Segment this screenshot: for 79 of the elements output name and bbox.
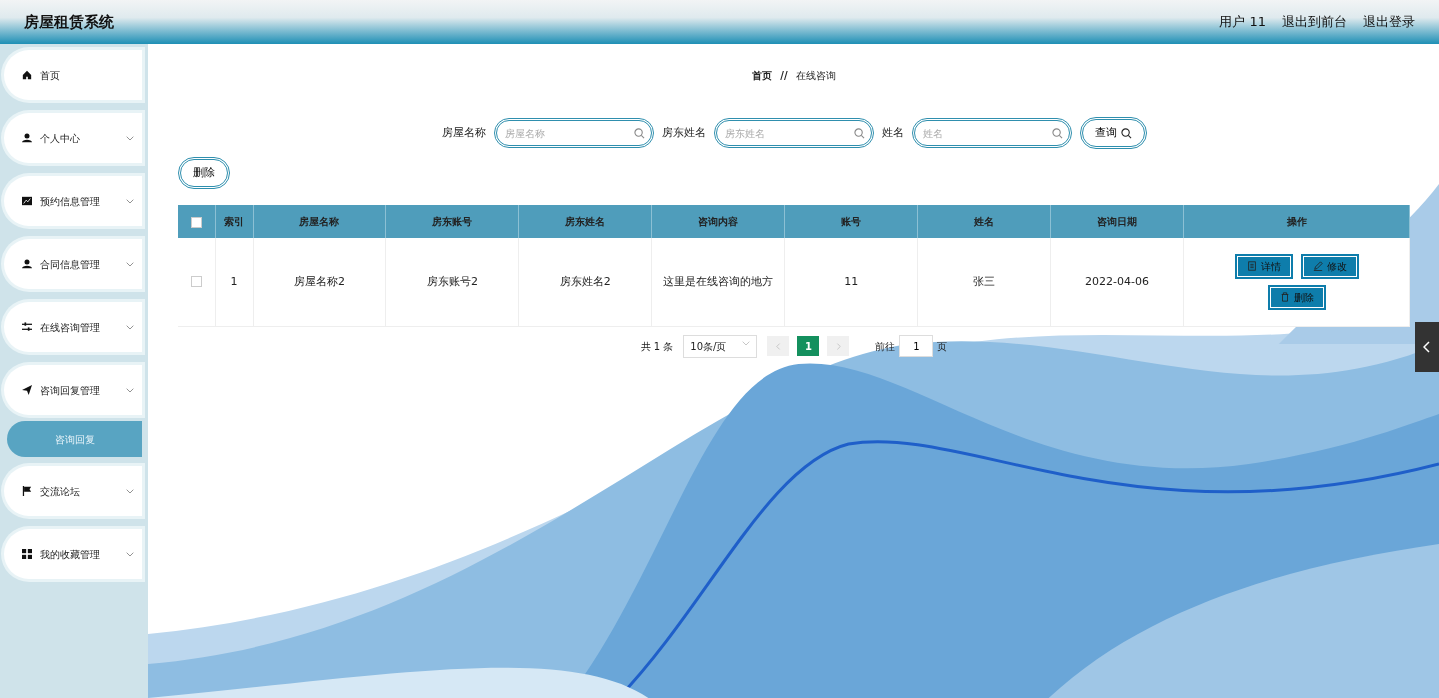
table-cell: 11 [784, 238, 918, 326]
flag-icon [22, 486, 32, 496]
table-cell: 2022-04-06 [1050, 238, 1184, 326]
chevron-left-icon [774, 341, 782, 351]
chevron-down-icon [126, 197, 134, 205]
sidebar-item[interactable]: 交流论坛 [4, 466, 142, 516]
sidebar-item[interactable]: 首页 [4, 50, 142, 100]
paper-plane-icon [22, 385, 32, 395]
app-title: 房屋租赁系统 [24, 11, 114, 33]
chevron-down-icon [126, 134, 134, 142]
sliders-icon [22, 322, 32, 332]
user-icon [22, 259, 32, 269]
document-icon [1246, 261, 1257, 272]
chevron-left-icon [1423, 341, 1431, 353]
page-input[interactable]: 1 [899, 335, 934, 357]
column-header: 操作 [1183, 205, 1410, 238]
sidebar-item[interactable]: 个人中心 [4, 113, 142, 163]
chevron-right-icon [834, 341, 842, 351]
breadcrumb-item: 在线咨询 [795, 69, 836, 83]
column-header: 房东账号 [385, 205, 519, 238]
search-button[interactable]: 查询 [1079, 117, 1147, 149]
sidebar-item[interactable]: 咨询回复管理 [4, 365, 142, 415]
field-label: 房屋名称 [441, 124, 486, 141]
chevron-down-icon [126, 323, 134, 331]
chart-icon [22, 196, 32, 206]
table-cell: 这里是在线咨询的地方 [651, 238, 785, 326]
search-icon [1051, 128, 1063, 139]
home-icon [22, 70, 32, 80]
sidebar-item[interactable]: 预约信息管理 [4, 176, 142, 226]
field-label: 房东姓名 [661, 124, 706, 141]
column-header: 姓名 [917, 205, 1051, 238]
page-size-select[interactable]: 10条/页 [683, 334, 758, 358]
search-field[interactable]: 房东姓名 [713, 118, 874, 148]
collapse-tab[interactable] [1415, 322, 1439, 372]
previous-page-button[interactable] [767, 336, 790, 356]
next-page-button[interactable] [827, 336, 850, 356]
table-cell: 1 [215, 238, 253, 326]
column-header: 房屋名称 [253, 205, 386, 238]
table-cell: 张三 [917, 238, 1051, 326]
chevron-down-icon [126, 260, 134, 268]
trash-icon [1279, 292, 1290, 303]
delete-button[interactable]: 删除 [1267, 284, 1326, 310]
user-icon [22, 133, 32, 143]
detail-button[interactable]: 详情 [1234, 253, 1293, 279]
column-header: 索引 [215, 205, 253, 238]
chevron-down-icon [126, 550, 134, 558]
sidebar-item[interactable]: 我的收藏管理 [4, 529, 142, 579]
breadcrumb-item[interactable]: 首页 [752, 68, 773, 83]
search-field[interactable]: 姓名 [911, 118, 1072, 148]
chevron-down-icon [126, 487, 134, 495]
search-field[interactable]: 房屋名称 [493, 118, 654, 148]
search-icon [853, 128, 865, 139]
table-cell: 房东姓名2 [518, 238, 652, 326]
checkbox[interactable] [190, 276, 202, 287]
page-unit-label: 页 [937, 339, 948, 354]
edit-button[interactable]: 修改 [1300, 253, 1359, 279]
header-link[interactable]: 退出登录 [1363, 12, 1415, 32]
breadcrumb-separator: // [780, 69, 788, 83]
checkbox[interactable] [190, 216, 202, 228]
pencil-icon [1312, 261, 1323, 272]
column-header: 咨询内容 [651, 205, 785, 238]
column-header: 咨询日期 [1050, 205, 1184, 238]
header-link[interactable]: 退出到前台 [1282, 12, 1347, 32]
grid-icon [22, 549, 32, 559]
total-count: 共 1 条 [640, 339, 674, 354]
header-link[interactable]: 用户 11 [1219, 12, 1266, 32]
column-header: 账号 [784, 205, 918, 238]
sidebar-item[interactable]: 在线咨询管理 [4, 302, 142, 352]
page-button[interactable]: 1 [797, 336, 820, 356]
column-header: 房东姓名 [518, 205, 652, 238]
table-cell: 房东账号2 [385, 238, 519, 326]
sidebar-item[interactable]: 合同信息管理 [4, 239, 142, 289]
chevron-down-icon [126, 386, 134, 394]
table-cell: 房屋名称2 [253, 238, 386, 326]
search-icon [633, 128, 645, 139]
field-label: 姓名 [881, 124, 904, 141]
search-icon [1120, 127, 1132, 139]
goto-label: 前往 [875, 339, 896, 354]
delete-button[interactable]: 删除 [178, 157, 230, 189]
